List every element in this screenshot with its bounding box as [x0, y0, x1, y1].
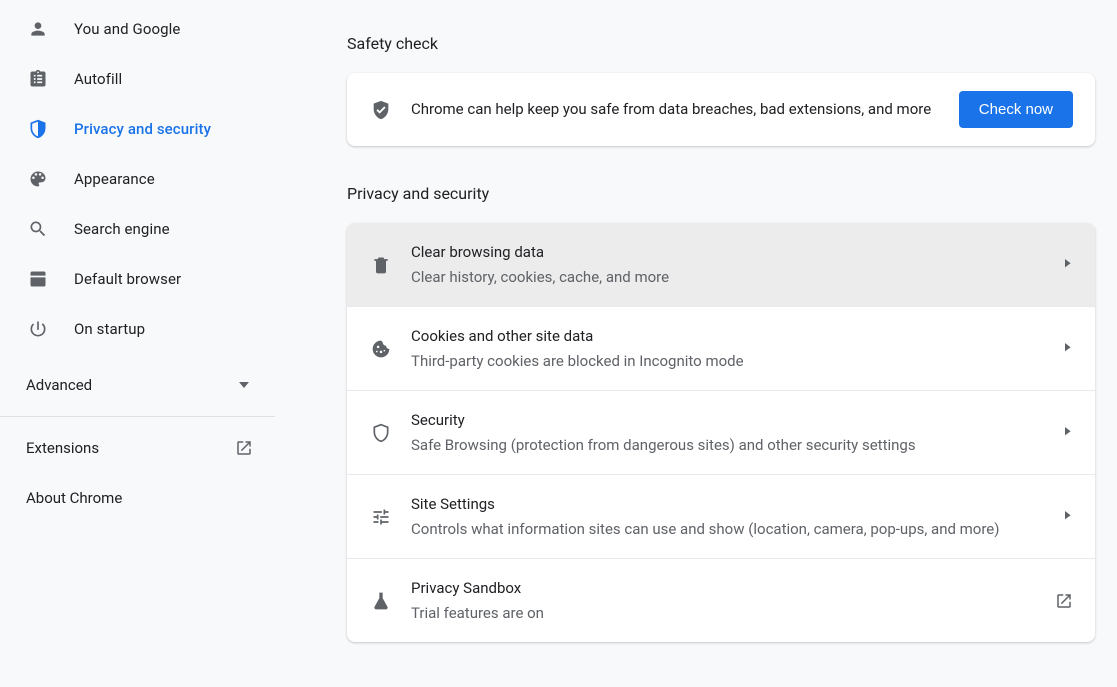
sidebar-item-default-browser[interactable]: Default browser — [0, 254, 275, 304]
row-subtitle: Clear history, cookies, cache, and more — [411, 266, 1065, 289]
sidebar-item-appearance[interactable]: Appearance — [0, 154, 275, 204]
sidebar-item-autofill[interactable]: Autofill — [0, 54, 275, 104]
row-title: Privacy Sandbox — [411, 577, 1055, 600]
sidebar-item-you-and-google[interactable]: You and Google — [0, 4, 275, 54]
tune-icon — [369, 507, 393, 527]
open-external-icon — [1055, 592, 1073, 610]
advanced-label: Advanced — [26, 376, 92, 394]
chevron-right-icon — [1065, 511, 1073, 523]
cookie-icon — [369, 339, 393, 359]
safety-check-card: Chrome can help keep you safe from data … — [347, 73, 1095, 146]
power-icon — [26, 317, 50, 341]
search-icon — [26, 217, 50, 241]
shield-outline-icon — [369, 423, 393, 443]
shield-check-icon — [369, 99, 393, 121]
row-title: Site Settings — [411, 493, 1065, 516]
caret-down-icon — [239, 382, 249, 388]
sidebar-item-label: Appearance — [74, 170, 155, 188]
sidebar-item-search-engine[interactable]: Search engine — [0, 204, 275, 254]
chevron-right-icon — [1065, 427, 1073, 439]
row-text: Cookies and other site data Third-party … — [411, 325, 1065, 372]
sidebar-item-privacy-security[interactable]: Privacy and security — [0, 104, 275, 154]
section-title-privacy-security: Privacy and security — [347, 184, 1095, 203]
check-now-button[interactable]: Check now — [959, 91, 1073, 128]
row-subtitle: Controls what information sites can use … — [411, 518, 1065, 541]
sidebar-item-on-startup[interactable]: On startup — [0, 304, 275, 354]
row-privacy-sandbox[interactable]: Privacy Sandbox Trial features are on — [347, 558, 1095, 642]
row-cookies[interactable]: Cookies and other site data Third-party … — [347, 306, 1095, 390]
sidebar-divider — [0, 416, 275, 417]
section-title-safety-check: Safety check — [347, 34, 1095, 53]
sidebar-item-label: You and Google — [74, 20, 180, 38]
browser-icon — [26, 267, 50, 291]
shield-icon — [26, 117, 50, 141]
sidebar: You and Google Autofill Privacy and secu… — [0, 0, 275, 642]
row-subtitle: Trial features are on — [411, 602, 1055, 625]
about-chrome-label: About Chrome — [26, 489, 122, 507]
sidebar-advanced-toggle[interactable]: Advanced — [0, 360, 275, 410]
row-text: Privacy Sandbox Trial features are on — [411, 577, 1055, 624]
sidebar-item-label: Default browser — [74, 270, 181, 288]
row-text: Clear browsing data Clear history, cooki… — [411, 241, 1065, 288]
chevron-right-icon — [1065, 343, 1073, 355]
sidebar-item-label: Privacy and security — [74, 120, 211, 138]
flask-icon — [369, 591, 393, 611]
row-title: Cookies and other site data — [411, 325, 1065, 348]
person-icon — [26, 17, 50, 41]
open-external-icon — [235, 439, 253, 457]
sidebar-item-extensions[interactable]: Extensions — [0, 423, 275, 473]
palette-icon — [26, 167, 50, 191]
row-subtitle: Safe Browsing (protection from dangerous… — [411, 434, 1065, 457]
row-text: Site Settings Controls what information … — [411, 493, 1065, 540]
sidebar-item-label: Autofill — [74, 70, 122, 88]
row-clear-browsing-data[interactable]: Clear browsing data Clear history, cooki… — [347, 223, 1095, 306]
sidebar-item-label: Search engine — [74, 220, 170, 238]
chevron-right-icon — [1065, 259, 1073, 271]
row-text: Security Safe Browsing (protection from … — [411, 409, 1065, 456]
row-title: Security — [411, 409, 1065, 432]
safety-check-row: Chrome can help keep you safe from data … — [347, 73, 1095, 146]
sidebar-item-label: On startup — [74, 320, 145, 338]
row-title: Clear browsing data — [411, 241, 1065, 264]
row-site-settings[interactable]: Site Settings Controls what information … — [347, 474, 1095, 558]
extensions-label: Extensions — [26, 439, 99, 457]
clipboard-icon — [26, 67, 50, 91]
privacy-security-card: Clear browsing data Clear history, cooki… — [347, 223, 1095, 642]
row-security[interactable]: Security Safe Browsing (protection from … — [347, 390, 1095, 474]
main-content: Safety check Chrome can help keep you sa… — [275, 0, 1117, 642]
row-subtitle: Third-party cookies are blocked in Incog… — [411, 350, 1065, 373]
sidebar-item-about-chrome[interactable]: About Chrome — [0, 473, 275, 523]
trash-icon — [369, 255, 393, 275]
safety-check-message: Chrome can help keep you safe from data … — [411, 98, 947, 121]
